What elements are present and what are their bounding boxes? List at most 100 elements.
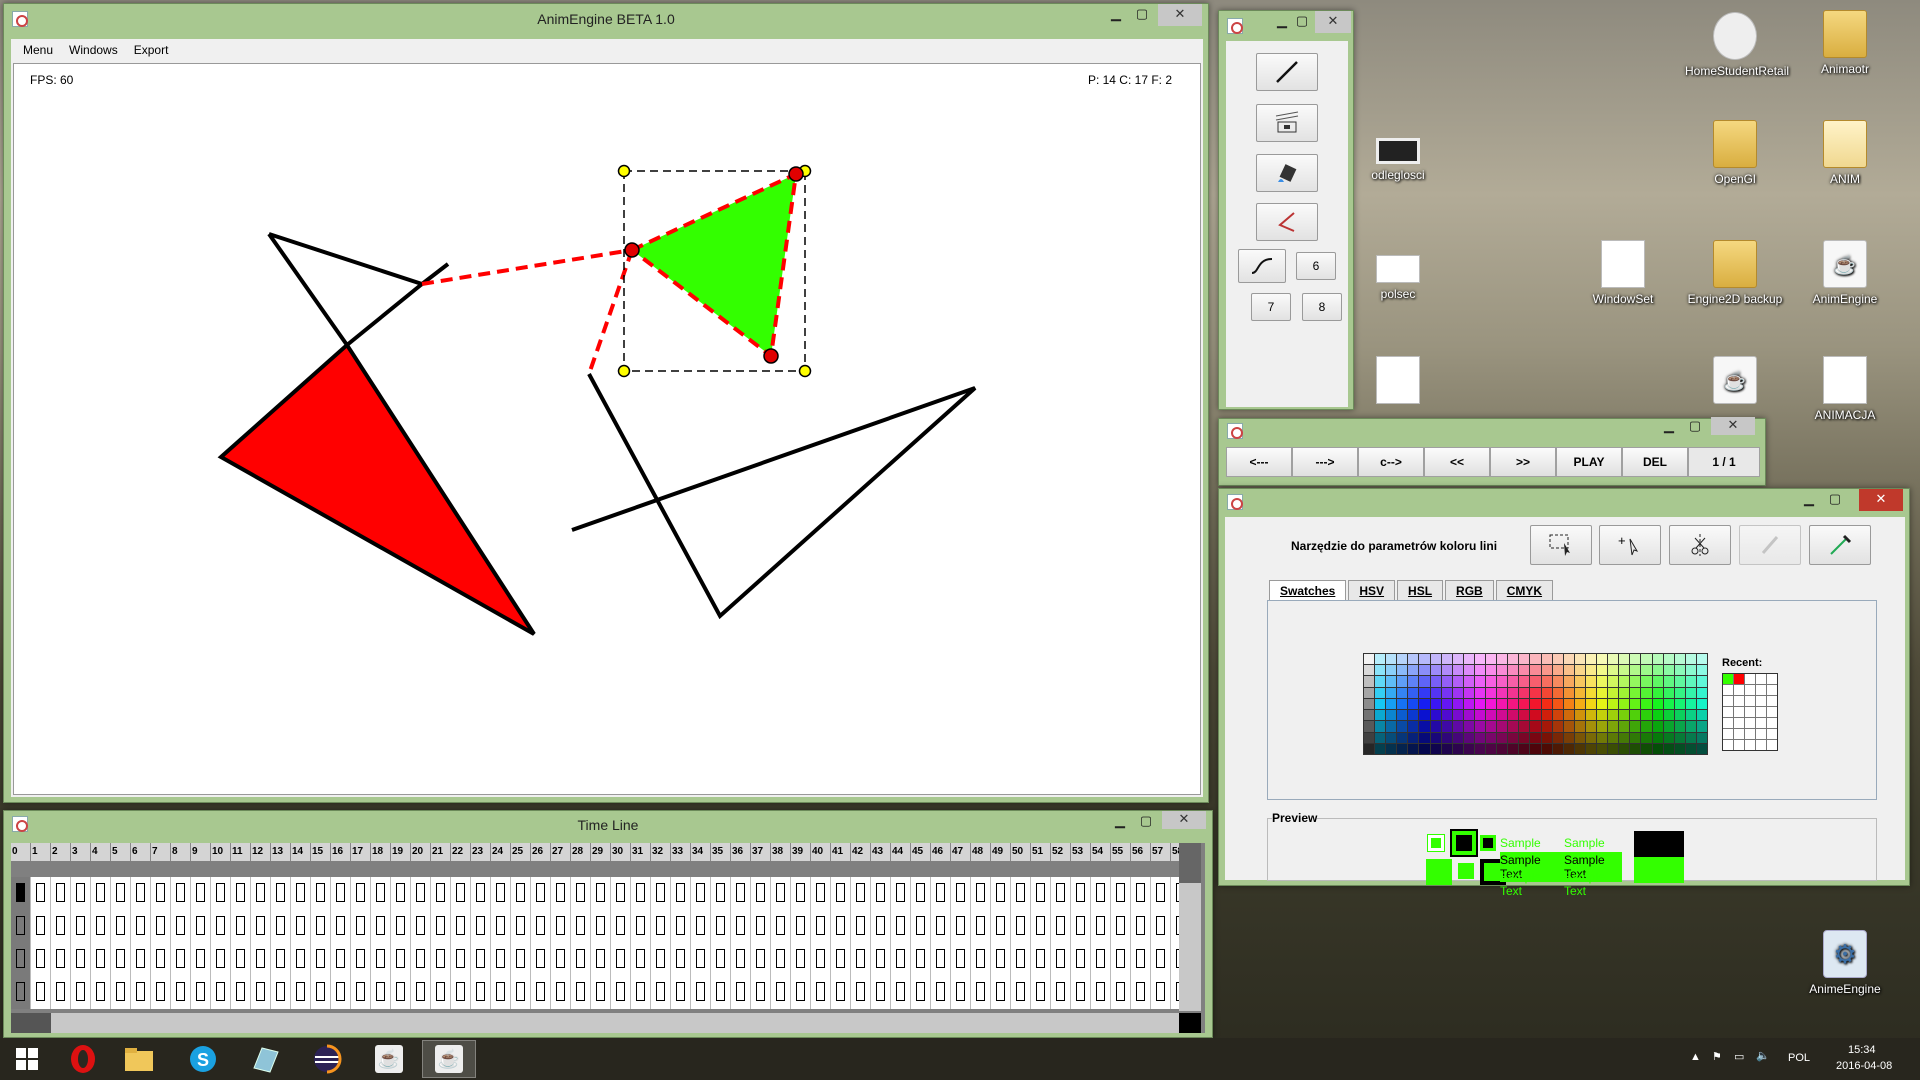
frame-cell[interactable] [471,976,491,1009]
color-swatch[interactable] [1430,654,1441,665]
frame-cell[interactable] [871,910,891,943]
frame-cell[interactable] [871,976,891,1009]
frame-cell[interactable] [91,877,111,910]
frame-cell[interactable] [631,877,651,910]
frame-cell[interactable] [431,976,451,1009]
color-swatch[interactable] [1452,687,1463,698]
color-swatch[interactable] [1375,710,1386,721]
color-swatch[interactable] [1574,654,1585,665]
color-swatch[interactable] [1519,654,1530,665]
color-swatch[interactable] [1452,698,1463,710]
color-swatch[interactable] [1452,721,1463,732]
color-swatch[interactable] [1641,676,1652,687]
color-swatch[interactable] [1563,654,1574,665]
frame-cell[interactable] [211,976,231,1009]
copy-frame-button[interactable]: c--> [1358,447,1424,477]
color-swatch[interactable] [1630,676,1641,687]
frame-cell[interactable] [591,910,611,943]
color-swatch[interactable] [1641,710,1652,721]
color-swatch[interactable] [1397,710,1408,721]
color-swatch[interactable] [1696,665,1707,676]
color-swatch[interactable] [1585,665,1597,676]
color-swatch[interactable] [1397,698,1408,710]
frame-cell[interactable] [951,910,971,943]
color-swatch[interactable] [1696,710,1707,721]
color-swatch[interactable] [1397,665,1408,676]
color-swatch[interactable] [1619,732,1630,743]
recent-swatch[interactable] [1767,696,1777,706]
color-swatch[interactable] [1364,654,1375,665]
frame-cell[interactable] [1151,910,1171,943]
frame-cell[interactable] [971,877,991,910]
color-swatch[interactable] [1597,654,1608,665]
frame-cell[interactable] [331,877,351,910]
tray-time[interactable]: 15:34 [1848,1044,1876,1056]
color-swatch[interactable] [1696,676,1707,687]
frame-cell[interactable] [911,976,931,1009]
frame-cell[interactable] [771,976,791,1009]
color-swatch[interactable] [1685,676,1696,687]
color-swatch[interactable] [1674,676,1685,687]
frame-cell[interactable] [1071,976,1091,1009]
color-swatch[interactable] [1364,676,1375,687]
desktop-icon-homestudentretail[interactable]: HomeStudentRetail [1685,12,1789,78]
color-swatch[interactable] [1663,665,1674,676]
frame-cell[interactable] [651,877,671,910]
color-swatch[interactable] [1608,676,1619,687]
color-swatch[interactable] [1696,732,1707,743]
tab-hsl[interactable]: HSL [1397,580,1444,601]
color-swatch[interactable] [1563,698,1574,710]
frame-cell[interactable] [411,976,431,1009]
maximize-button[interactable]: ▢ [1291,11,1313,33]
color-swatch[interactable] [1541,698,1552,710]
color-swatch[interactable] [1375,687,1386,698]
color-swatch[interactable] [1530,687,1541,698]
color-swatch[interactable] [1552,665,1563,676]
color-swatch[interactable] [1441,687,1452,698]
color-swatch[interactable] [1386,676,1397,687]
timeline-vscroll-thumb[interactable] [1179,843,1201,883]
color-swatch[interactable] [1364,743,1375,754]
frame-cell[interactable] [991,877,1011,910]
frame-cell[interactable] [731,976,751,1009]
color-swatch[interactable] [1486,743,1497,754]
frame-cell[interactable] [1051,976,1071,1009]
color-swatch[interactable] [1630,710,1641,721]
recent-swatch[interactable] [1723,740,1733,750]
color-swatch[interactable] [1408,710,1419,721]
recent-swatch[interactable] [1745,707,1755,717]
color-swatch[interactable] [1685,732,1696,743]
color-swatch[interactable] [1552,654,1563,665]
color-swatch[interactable] [1663,676,1674,687]
frame-cell[interactable] [331,910,351,943]
frame-cell[interactable] [211,943,231,976]
frame-cell[interactable] [171,877,191,910]
frame-cell[interactable] [511,877,531,910]
frame-cell[interactable] [611,877,631,910]
frame-cell[interactable] [1031,910,1051,943]
color-swatch[interactable] [1674,743,1685,754]
frame-cell[interactable] [251,910,271,943]
frame-cell[interactable] [511,976,531,1009]
frame-cell[interactable] [591,877,611,910]
color-swatch[interactable] [1452,665,1463,676]
frame-cell[interactable] [831,976,851,1009]
frame-cell[interactable] [451,910,471,943]
frame-cell[interactable] [471,943,491,976]
frame-cell[interactable] [511,910,531,943]
color-swatch[interactable] [1486,732,1497,743]
frame-cell[interactable] [491,877,511,910]
tool-button-6[interactable]: 6 [1296,252,1336,280]
color-swatch[interactable] [1663,743,1674,754]
color-swatch[interactable] [1585,676,1597,687]
color-swatch[interactable] [1474,721,1486,732]
frame-cell[interactable] [131,877,151,910]
recent-swatch[interactable] [1756,729,1766,739]
frame-cell[interactable] [1011,877,1031,910]
frame-cell[interactable] [1031,943,1051,976]
frame-cell[interactable] [31,976,51,1009]
color-swatch[interactable] [1641,698,1652,710]
recent-swatch[interactable] [1745,718,1755,728]
frame-cell[interactable] [391,877,411,910]
color-swatch[interactable] [1508,676,1519,687]
